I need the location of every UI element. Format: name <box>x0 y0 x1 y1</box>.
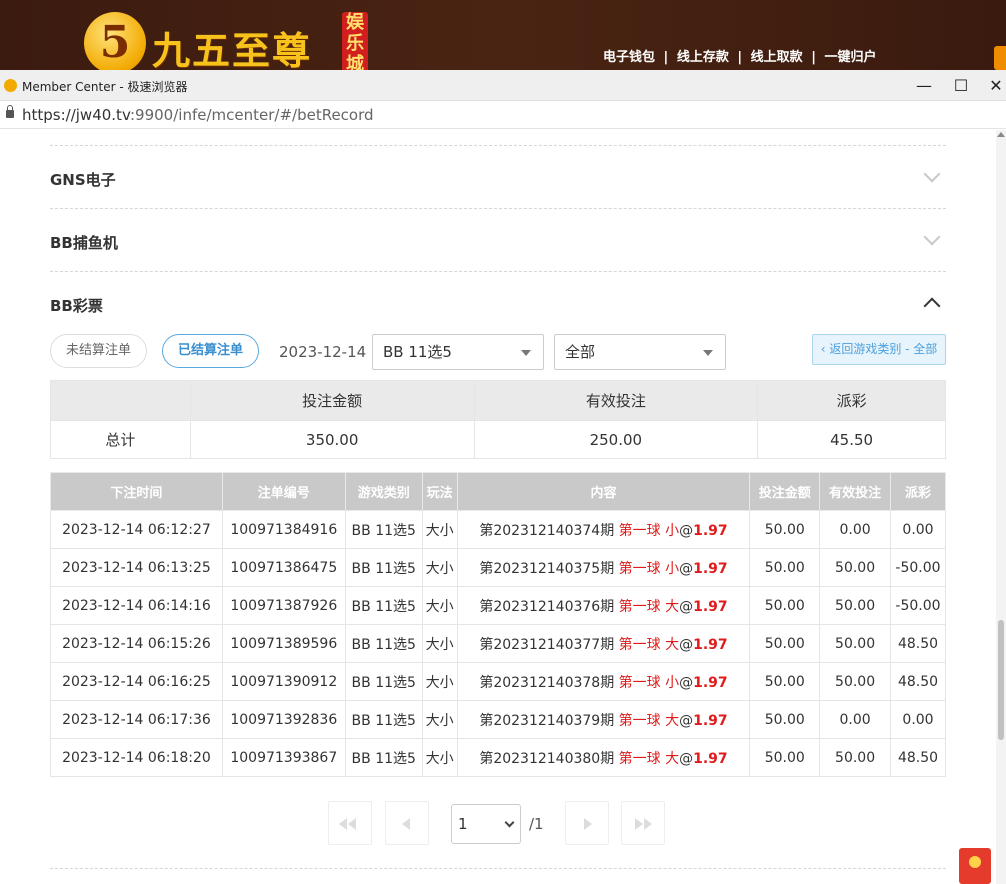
url-text[interactable]: https://jw40.tv:9900/infe/mcenter/#/betR… <box>22 106 374 124</box>
site-header: 5 九五至尊 娱乐城 电子钱包 | 线上存款 | 线上取款 | 一键归户 <box>0 0 1006 70</box>
browser-titlebar: Member Center - 极速浏览器 — ☐ ✕ <box>0 70 1006 101</box>
dropdown-caret-icon <box>703 350 713 356</box>
type-select[interactable]: 全部 <box>554 334 726 370</box>
col-bet-id: 注单编号 <box>221 472 346 511</box>
table-row: 2023-12-14 06:16:25 100971390912 BB 11选5 大小… <box>50 662 946 701</box>
chevron-right-icon <box>584 818 592 830</box>
col-payout: 派彩 <box>890 472 946 511</box>
section-divider <box>50 868 946 869</box>
scrollbar-thumb[interactable] <box>998 620 1004 740</box>
summary-header-bet: 投注金额 <box>189 380 475 421</box>
window-title: Member Center - 极速浏览器 <box>22 80 188 94</box>
page-select[interactable]: 1 <box>451 804 521 844</box>
section-label: GNS电子 <box>50 171 116 189</box>
bet-content: 第202312140378期 第一球 小@1.97 <box>456 662 751 701</box>
section-bb-lottery[interactable]: BB彩票 <box>50 271 946 334</box>
lock-icon <box>6 105 14 118</box>
table-row: 2023-12-14 06:13:25 100971386475 BB 11选5 大小… <box>50 548 946 587</box>
summary-header-valid: 有效投注 <box>473 380 759 421</box>
first-page-button[interactable] <box>328 801 372 845</box>
nav-consolidate[interactable]: 一键归户 <box>824 50 876 65</box>
summary-table: 投注金额 有效投注 派彩 总计 350.00 250.00 45.50 <box>50 380 946 459</box>
col-bet-time: 下注时间 <box>50 472 223 511</box>
nav-wallet[interactable]: 电子钱包 <box>603 50 655 65</box>
back-to-categories-button[interactable]: ‹ 返回游戏类别 - 全部 <box>812 334 946 365</box>
game-select[interactable]: BB 11选5 <box>372 334 544 370</box>
bet-content: 第202312140380期 第一球 大@1.97 <box>456 738 751 777</box>
side-tab[interactable] <box>994 46 1006 70</box>
next-page-button[interactable] <box>565 801 609 845</box>
col-content: 内容 <box>456 472 751 511</box>
summary-row: 总计 350.00 250.00 45.50 <box>50 420 946 459</box>
nav-withdraw[interactable]: 线上取款 <box>751 50 803 65</box>
section-gns[interactable]: GNS电子 <box>50 145 946 208</box>
maximize-button[interactable]: ☐ <box>951 76 971 95</box>
bet-content: 第202312140376期 第一球 大@1.97 <box>456 586 751 625</box>
nav-deposit[interactable]: 线上存款 <box>677 50 729 65</box>
section-bb-fishing[interactable]: BB捕鱼机 <box>50 208 946 271</box>
table-row: 2023-12-14 06:14:16 100971387926 BB 11选5 大小… <box>50 586 946 625</box>
member-center-content: GNS电子 BB捕鱼机 BB彩票 未结算注单 已结算注单 2023-12-14 … <box>0 130 996 884</box>
prev-page-button[interactable] <box>385 801 429 845</box>
chevron-down-icon <box>504 817 515 828</box>
chevron-up-icon[interactable] <box>923 297 941 315</box>
summary-header-blank <box>50 380 191 421</box>
page-scrollbar[interactable] <box>996 130 1006 884</box>
chevron-down-icon[interactable] <box>923 228 941 246</box>
bet-content: 第202312140374期 第一球 小@1.97 <box>456 510 751 549</box>
double-chevron-right-icon <box>635 818 643 830</box>
date-filter[interactable]: 2023-12-14 <box>279 343 366 361</box>
bet-content: 第202312140379期 第一球 大@1.97 <box>456 700 751 739</box>
browser-favicon-icon <box>4 79 17 92</box>
col-valid-bet: 有效投注 <box>819 472 891 511</box>
table-row: 2023-12-14 06:18:20 100971393867 BB 11选5 大小… <box>50 738 946 777</box>
section-label: BB彩票 <box>50 297 103 315</box>
page-total: /1 <box>529 815 544 833</box>
dropdown-caret-icon <box>521 350 531 356</box>
scroll-up-icon[interactable] <box>997 132 1005 137</box>
table-header-row: 下注时间 注单编号 游戏类别 玩法 内容 投注金额 有效投注 派彩 <box>50 472 946 511</box>
col-bet-amount: 投注金额 <box>749 472 821 511</box>
red-packet-icon[interactable] <box>959 848 991 884</box>
logo-name: 九五至尊 <box>152 28 313 70</box>
chevron-down-icon[interactable] <box>923 165 941 183</box>
col-game: 游戏类别 <box>344 472 423 511</box>
close-button[interactable]: ✕ <box>986 76 1006 95</box>
summary-header-payout: 派彩 <box>757 380 946 421</box>
table-row: 2023-12-14 06:15:26 100971389596 BB 11选5 大小… <box>50 624 946 663</box>
section-label: BB捕鱼机 <box>50 234 118 252</box>
logo-tag: 娱乐城 <box>342 12 368 70</box>
table-row: 2023-12-14 06:17:36 100971392836 BB 11选5 大小… <box>50 700 946 739</box>
minimize-button[interactable]: — <box>914 76 934 95</box>
top-nav: 电子钱包 | 线上存款 | 线上取款 | 一键归户 <box>603 50 877 65</box>
col-play: 玩法 <box>421 472 458 511</box>
last-page-button[interactable] <box>621 801 665 845</box>
logo-emblem: 5 <box>84 12 146 70</box>
address-bar[interactable]: https://jw40.tv:9900/infe/mcenter/#/betR… <box>0 101 1006 129</box>
double-chevron-left-icon <box>339 818 347 830</box>
bet-content: 第202312140377期 第一球 大@1.97 <box>456 624 751 663</box>
unsettled-bets-button[interactable]: 未结算注单 <box>50 334 147 368</box>
bet-content: 第202312140375期 第一球 小@1.97 <box>456 548 751 587</box>
bet-records-table: 下注时间 注单编号 游戏类别 玩法 内容 投注金额 有效投注 派彩 2023-1… <box>50 472 946 777</box>
chevron-left-icon <box>402 818 410 830</box>
settled-bets-button[interactable]: 已结算注单 <box>162 334 259 368</box>
table-row: 2023-12-14 06:12:27 100971384916 BB 11选5 大小… <box>50 510 946 549</box>
